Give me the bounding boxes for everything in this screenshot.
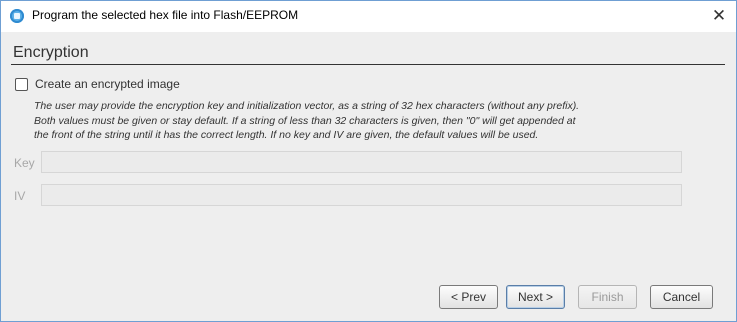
- key-label: Key: [14, 156, 35, 170]
- window-title: Program the selected hex file into Flash…: [32, 8, 299, 22]
- description-line-1: The user may provide the encryption key …: [34, 100, 580, 112]
- close-icon[interactable]: ✕: [702, 1, 736, 31]
- iv-label: IV: [14, 189, 26, 203]
- description-line-3: the front of the string until it has the…: [34, 129, 539, 141]
- encrypt-checkbox[interactable]: [15, 78, 28, 91]
- encryption-description: The user may provide the encryption key …: [34, 99, 634, 143]
- next-button[interactable]: Next >: [506, 285, 565, 309]
- encrypt-checkbox-label[interactable]: Create an encrypted image: [35, 77, 180, 91]
- cancel-button[interactable]: Cancel: [650, 285, 713, 309]
- prev-button[interactable]: < Prev: [439, 285, 498, 309]
- iv-input[interactable]: [41, 184, 682, 206]
- description-line-2: Both values must be given or stay defaul…: [34, 114, 576, 127]
- section-title: Encryption: [13, 44, 89, 61]
- key-input[interactable]: [41, 151, 682, 173]
- dialog-window: Program the selected hex file into Flash…: [0, 0, 737, 322]
- title-bar: Program the selected hex file into Flash…: [1, 1, 736, 31]
- dialog-content: Encryption Create an encrypted image The…: [1, 32, 736, 321]
- finish-button[interactable]: Finish: [578, 285, 637, 309]
- app-icon: [10, 9, 24, 23]
- section-divider: [11, 64, 725, 65]
